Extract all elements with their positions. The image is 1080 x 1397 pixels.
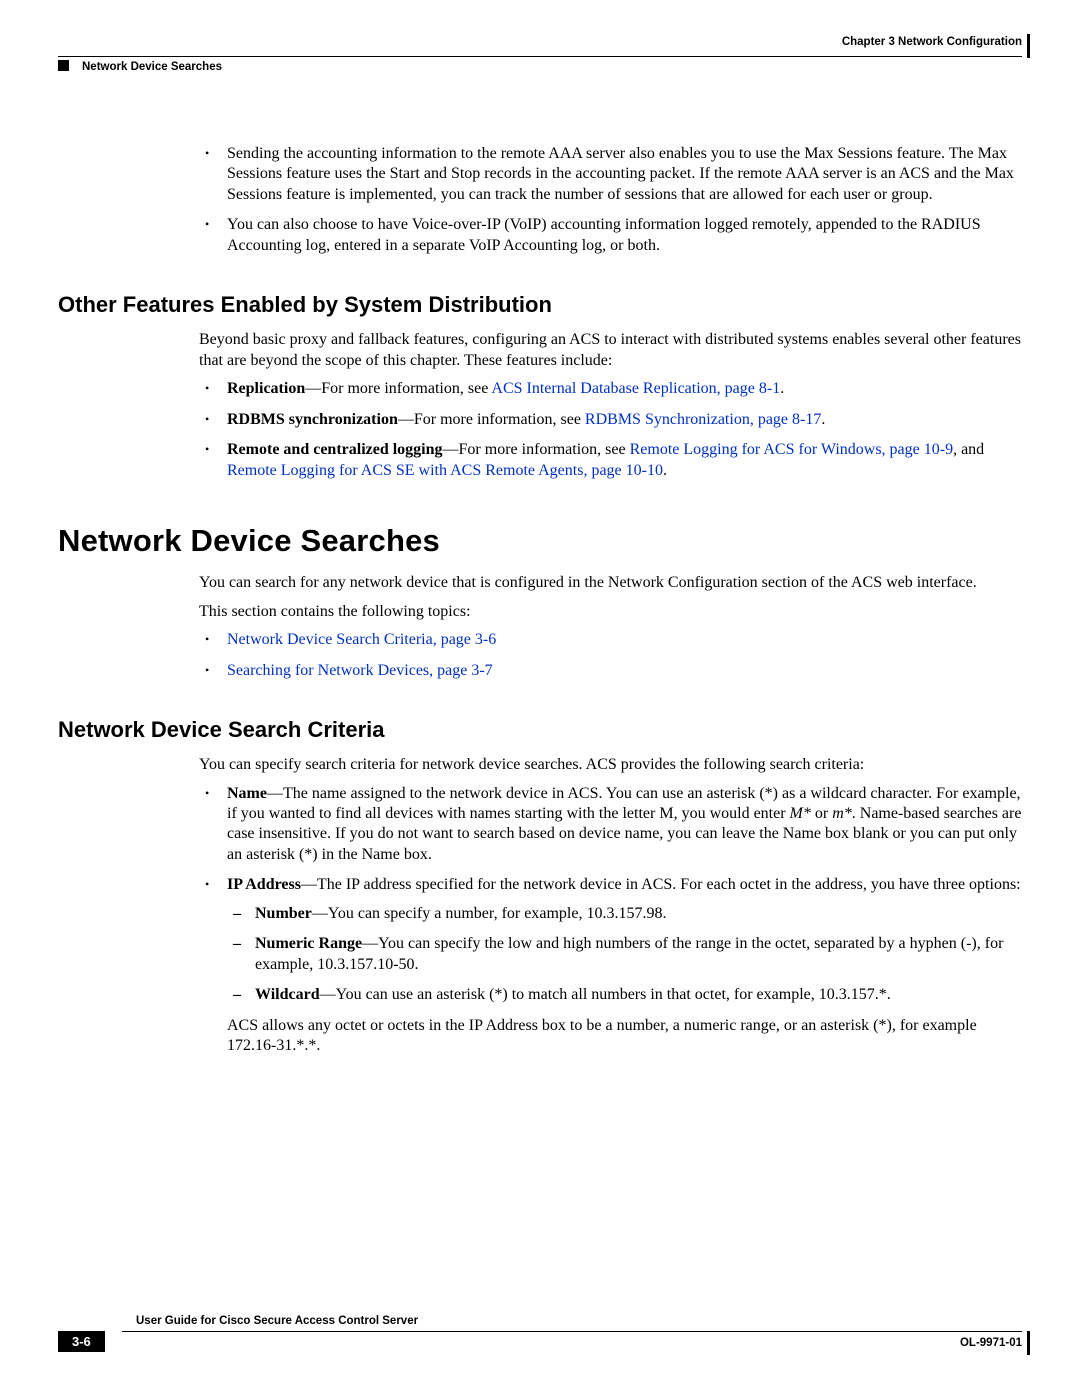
text: , and [953, 441, 984, 458]
page-content: Sending the accounting information to th… [58, 64, 1022, 1057]
sub-option-list: Number—You can specify a number, for exa… [227, 904, 1022, 1006]
page-footer: User Guide for Cisco Secure Access Contr… [58, 1315, 1022, 1359]
text: or [811, 805, 832, 822]
criteria-name: IP Address [227, 876, 301, 893]
topic-link-list: Network Device Search Criteria, page 3-6… [199, 630, 1022, 681]
link[interactable]: ACS Internal Database Replication, page … [491, 380, 780, 397]
criteria-name: Name [227, 785, 267, 802]
text: —You can use an asterisk (*) to match al… [320, 986, 891, 1003]
list-item: Remote and centralized logging—For more … [199, 440, 1022, 481]
text: —For more information, see [305, 380, 491, 397]
page-header: Chapter 3 Network Configuration Network … [58, 34, 1022, 64]
footer-right-bar [1027, 1331, 1030, 1355]
link[interactable]: RDBMS Synchronization, page 8-17 [585, 411, 821, 428]
list-item: Name—The name assigned to the network de… [199, 784, 1022, 866]
text: . [821, 411, 825, 428]
feature-name: RDBMS synchronization [227, 411, 398, 428]
list-item: RDBMS synchronization—For more informati… [199, 410, 1022, 430]
text: . [663, 462, 667, 479]
list-item: Network Device Search Criteria, page 3-6 [199, 630, 1022, 650]
heading-search-criteria: Network Device Search Criteria [58, 717, 1022, 743]
paragraph: You can search for any network device th… [199, 573, 1022, 593]
feature-list: Replication—For more information, see AC… [199, 379, 1022, 481]
paragraph: This section contains the following topi… [199, 602, 1022, 622]
chapter-label: Chapter 3 Network Configuration [842, 36, 1022, 48]
option-name: Wildcard [255, 986, 320, 1003]
heading-network-device-searches: Network Device Searches [58, 523, 1022, 559]
link[interactable]: Searching for Network Devices, page 3-7 [227, 662, 493, 679]
text: —The IP address specified for the networ… [301, 876, 1021, 893]
header-square-icon [58, 60, 69, 71]
paragraph: Beyond basic proxy and fallback features… [199, 330, 1022, 371]
link[interactable]: Remote Logging for ACS SE with ACS Remot… [227, 462, 663, 479]
header-right-bar [1027, 34, 1030, 58]
feature-name: Replication [227, 380, 305, 397]
heading-other-features: Other Features Enabled by System Distrib… [58, 292, 1022, 318]
text: —You can specify a number, for example, … [312, 905, 667, 922]
page-number-box: 3-6 [58, 1331, 105, 1352]
page: Chapter 3 Network Configuration Network … [0, 0, 1080, 1397]
link[interactable]: Remote Logging for ACS for Windows, page… [630, 441, 953, 458]
criteria-list: Name—The name assigned to the network de… [199, 784, 1022, 1057]
feature-name: Remote and centralized logging [227, 441, 443, 458]
list-item: You can also choose to have Voice-over-I… [199, 215, 1022, 256]
paragraph: ACS allows any octet or octets in the IP… [227, 1016, 1022, 1057]
italic-text: M* [790, 805, 811, 822]
italic-text: m* [832, 805, 852, 822]
option-name: Number [255, 905, 312, 922]
book-title: User Guide for Cisco Secure Access Contr… [136, 1315, 418, 1327]
section-label: Network Device Searches [82, 61, 222, 73]
footer-rule [122, 1331, 1022, 1332]
list-item: IP Address—The IP address specified for … [199, 875, 1022, 1056]
intro-bullet-list: Sending the accounting information to th… [199, 144, 1022, 256]
paragraph: You can specify search criteria for netw… [199, 755, 1022, 775]
header-rule [58, 56, 1022, 57]
list-item: Wildcard—You can use an asterisk (*) to … [227, 985, 1022, 1005]
doc-code: OL-9971-01 [960, 1337, 1022, 1349]
text: —For more information, see [398, 411, 585, 428]
list-item: Numeric Range—You can specify the low an… [227, 934, 1022, 975]
option-name: Numeric Range [255, 935, 362, 952]
list-item: Searching for Network Devices, page 3-7 [199, 661, 1022, 681]
text: —For more information, see [443, 441, 630, 458]
text: . [780, 380, 784, 397]
list-item: Sending the accounting information to th… [199, 144, 1022, 205]
list-item: Replication—For more information, see AC… [199, 379, 1022, 399]
list-item: Number—You can specify a number, for exa… [227, 904, 1022, 924]
text: —You can specify the low and high number… [255, 935, 1003, 972]
link[interactable]: Network Device Search Criteria, page 3-6 [227, 631, 496, 648]
